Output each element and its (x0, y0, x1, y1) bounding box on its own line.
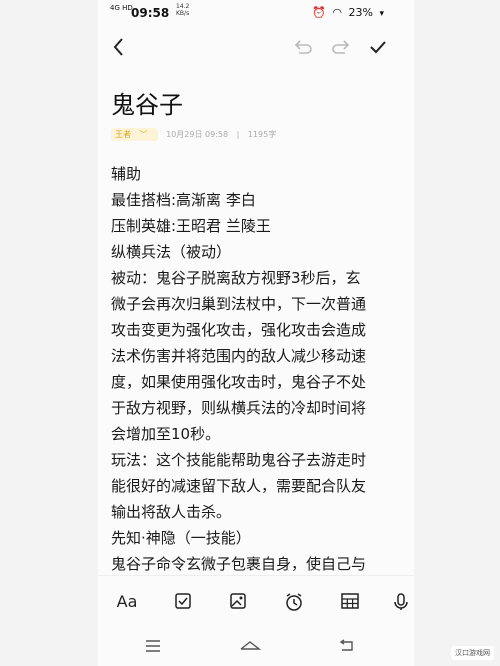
speed-unit: KB/s (176, 10, 190, 17)
network-speed: 14.2 KB/s (176, 3, 189, 17)
body-line: 输出将敌人击杀。 (111, 503, 232, 521)
format-toolbar: Aa (98, 575, 414, 628)
table-icon (341, 593, 359, 609)
back-nav-button[interactable] (338, 638, 362, 656)
note-divider: | (236, 130, 240, 139)
note-date: 10月29日 09:58 (166, 130, 229, 139)
battery-percent: 23% (348, 6, 373, 19)
body-line: 度，如果使用强化攻击时，鬼谷子不处 (111, 373, 367, 391)
back-button[interactable] (106, 34, 132, 60)
phone-screen: 4G HD 09:58 14.2 KB/s ⏰ ◠ 23% ▾ 鬼谷子 王者 ﹀… (98, 0, 414, 666)
folder-selector[interactable]: 王者 ﹀ (111, 128, 158, 141)
body-line: 压制英雄:王昭君 兰陵王 (111, 217, 271, 235)
done-button[interactable] (365, 34, 391, 60)
note-body[interactable]: 辅助 最佳搭档:高渐离 李白 压制英雄:王昭君 兰陵王 纵横兵法（被动） 被动：… (111, 161, 411, 577)
body-line: 攻击变更为强化攻击，强化攻击会造成 (111, 321, 367, 339)
checkmark-icon (370, 41, 386, 54)
speed-value: 14.2 (176, 3, 190, 10)
checklist-button[interactable] (171, 592, 195, 614)
body-line: 被动：鬼谷子脱离敌方视野3秒后，玄 (111, 269, 361, 287)
watermark-logo: 汉口游戏网 (451, 646, 494, 660)
editor-toolbar (98, 30, 414, 64)
status-time: 09:58 (131, 6, 170, 20)
microphone-icon (394, 593, 408, 610)
body-line: 法术伤害并将范围内的敌人减少移动速 (111, 347, 367, 365)
body-line: 玩法：这个技能能帮助鬼谷子去游走时 (111, 451, 367, 469)
body-line: 于敌方视野，则纵横兵法的冷却时间将 (111, 399, 367, 417)
redo-button[interactable] (328, 34, 354, 60)
insert-table-button[interactable] (338, 592, 362, 614)
undo-icon (294, 40, 312, 54)
wifi-icon: ◠ (332, 6, 343, 19)
status-right: ⏰ ◠ 23% ▾ (309, 6, 384, 19)
menu-icon (146, 640, 160, 652)
voice-input-button[interactable] (392, 592, 408, 614)
charging-icon: ▾ (379, 9, 384, 19)
system-nav-bar (98, 628, 414, 666)
checkbox-icon (175, 593, 191, 609)
home-nav-button[interactable] (239, 638, 263, 656)
note-meta: 王者 ﹀ 10月29日 09:58 | 1195字 (111, 128, 282, 141)
menu-nav-button[interactable] (144, 638, 168, 656)
image-icon (230, 593, 246, 609)
alarm-icon: ⏰ (312, 6, 326, 19)
body-line: 纵横兵法（被动） (111, 243, 232, 261)
folder-label: 王者 (115, 130, 131, 139)
body-line: 鬼谷子命令玄微子包裹自身，使自己与 (111, 555, 367, 573)
body-line: 微子会再次归巢到法杖中，下一次普通 (111, 295, 367, 313)
return-icon (339, 639, 353, 651)
chevron-down-icon: ﹀ (139, 130, 148, 139)
body-line: 先知·神隐（一技能） (111, 529, 251, 547)
redo-icon (332, 40, 350, 54)
chevron-left-icon (113, 38, 123, 56)
body-line: 能很好的减速留下敌人，需要配合队友 (111, 477, 367, 495)
insert-image-button[interactable] (226, 592, 250, 614)
status-bar: 4G HD 09:58 14.2 KB/s ⏰ ◠ 23% ▾ (98, 0, 414, 26)
reminder-button[interactable] (282, 592, 306, 614)
body-line: 辅助 (111, 165, 142, 183)
home-icon (240, 641, 262, 650)
alarm-clock-icon (286, 593, 302, 611)
network-indicator: 4G HD (110, 4, 133, 12)
body-line: 最佳搭档:高渐离 李白 (111, 191, 256, 209)
note-title[interactable]: 鬼谷子 (111, 85, 183, 120)
body-line: 会增加至10秒。 (111, 425, 221, 443)
undo-button[interactable] (290, 34, 316, 60)
text-format-button[interactable]: Aa (115, 592, 139, 614)
word-count: 1195字 (247, 130, 277, 139)
